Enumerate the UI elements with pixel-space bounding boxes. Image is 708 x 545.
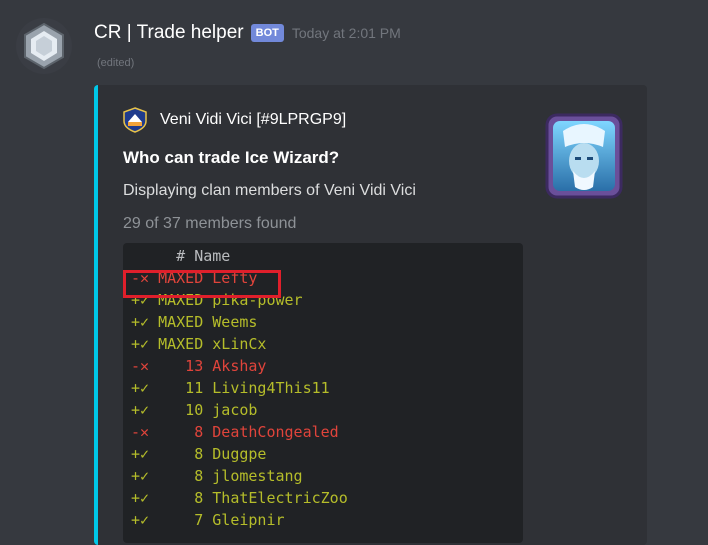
member-name: Akshay xyxy=(212,357,267,375)
member-row: +✓ 10 jacob xyxy=(123,399,523,421)
clan-badge-icon xyxy=(123,107,147,133)
member-row: -✕ 13 Akshay xyxy=(123,355,523,377)
member-status: +✓ xyxy=(131,379,150,397)
member-level: 11 xyxy=(149,379,204,397)
message-header: CR | Trade helper BOT Today at 2:01 PM xyxy=(94,22,401,44)
message-timestamp: Today at 2:01 PM xyxy=(291,25,401,41)
member-level: 7 xyxy=(149,511,204,529)
member-level: 10 xyxy=(149,401,204,419)
embed: Veni Vidi Vici [#9LPRGP9] Who can trade … xyxy=(94,85,647,545)
ice-wizard-card[interactable] xyxy=(545,113,623,199)
member-status: -✕ xyxy=(131,423,150,441)
member-list: -✕ MAXED Lefty +✓ MAXED pika-power +✓ MAXE… xyxy=(123,267,523,531)
bot-username[interactable]: CR | Trade helper xyxy=(94,22,244,44)
member-name: Weems xyxy=(212,313,258,331)
embed-description: Displaying clan members of Veni Vidi Vic… xyxy=(123,182,416,199)
member-status: +✓ xyxy=(131,489,150,507)
member-name: DeathCongealed xyxy=(212,423,339,441)
member-level: 8 xyxy=(149,445,204,463)
code-header: # Name xyxy=(131,247,231,265)
member-status: +✓ xyxy=(131,511,150,529)
member-status: +✓ xyxy=(131,445,150,463)
member-row: -✕ 8 DeathCongealed xyxy=(123,421,523,443)
member-name: jlomestang xyxy=(212,467,303,485)
member-status: +✓ xyxy=(131,335,150,353)
embed-author-name: Veni Vidi Vici [#9LPRGP9] xyxy=(160,111,347,128)
member-name: jacob xyxy=(212,401,258,419)
highlight-box xyxy=(123,270,281,298)
member-level: MAXED xyxy=(149,313,204,331)
member-status: +✓ xyxy=(131,313,150,331)
embed-author: Veni Vidi Vici [#9LPRGP9] xyxy=(122,107,346,133)
member-level: MAXED xyxy=(149,335,204,353)
member-name: xLinCx xyxy=(212,335,267,353)
member-name: ThatElectricZoo xyxy=(212,489,348,507)
member-level: 8 xyxy=(149,489,204,507)
member-count: 29 of 37 members found xyxy=(123,215,297,232)
bot-badge: BOT xyxy=(250,24,284,42)
bot-avatar[interactable] xyxy=(16,18,72,74)
member-level: 13 xyxy=(149,357,204,375)
member-name: Duggpe xyxy=(212,445,267,463)
member-level: 8 xyxy=(149,467,204,485)
member-status: -✕ xyxy=(131,357,150,375)
member-row: +✓ MAXED xLinCx xyxy=(123,333,523,355)
member-status: +✓ xyxy=(131,401,150,419)
crystal-token-icon xyxy=(24,22,64,70)
member-row: +✓ MAXED Weems xyxy=(123,311,523,333)
member-code-block: # Name -✕ MAXED Lefty +✓ MAXED pika-power… xyxy=(123,243,523,543)
member-row: +✓ 8 ThatElectricZoo xyxy=(123,487,523,509)
member-row: +✓ 11 Living4This11 xyxy=(123,377,523,399)
member-status: +✓ xyxy=(131,467,150,485)
member-row: +✓ 8 jlomestang xyxy=(123,465,523,487)
member-name: Living4This11 xyxy=(212,379,330,397)
edited-label: (edited) xyxy=(97,57,135,69)
member-row: +✓ 8 Duggpe xyxy=(123,443,523,465)
embed-title: Who can trade Ice Wizard? xyxy=(123,148,340,167)
member-name: Gleipnir xyxy=(212,511,285,529)
member-level: 8 xyxy=(149,423,204,441)
